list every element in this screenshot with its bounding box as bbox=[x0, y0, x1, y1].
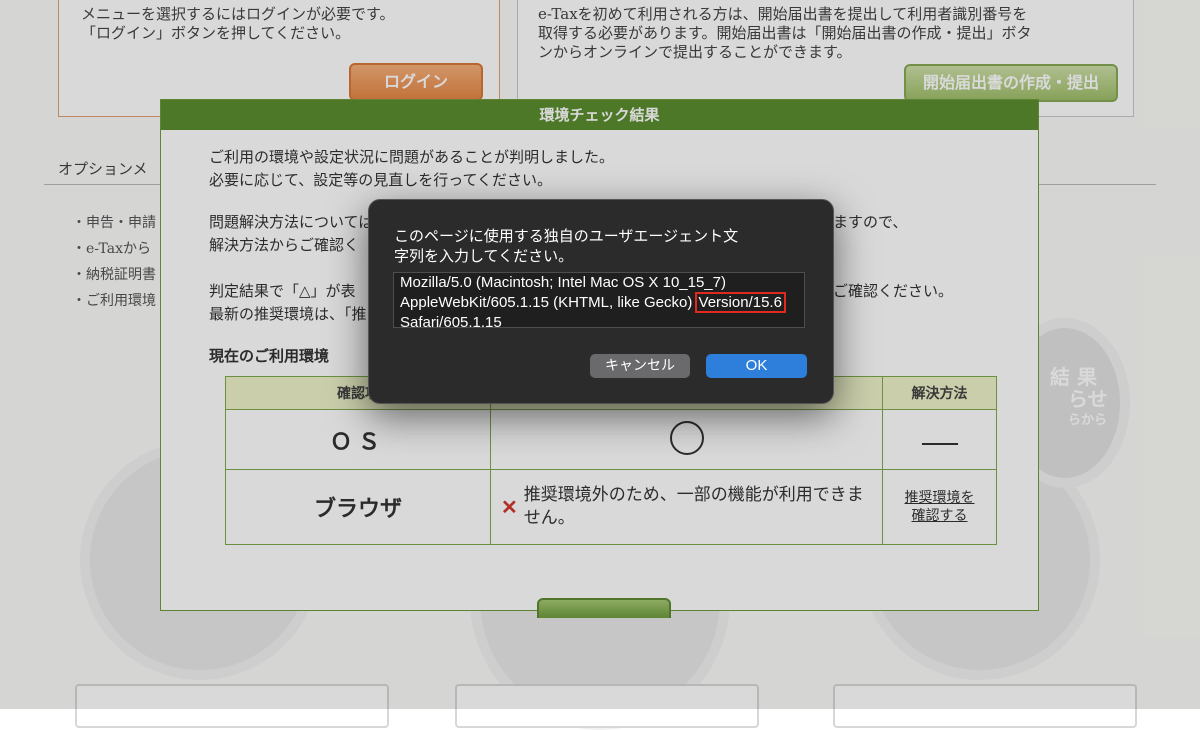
user-agent-dialog: このページに使用する独自のユーザエージェント文 字列を入力してください。 Moz… bbox=[368, 199, 834, 404]
ok-button[interactable]: OK bbox=[706, 354, 807, 378]
user-agent-input[interactable]: Mozilla/5.0 (Macintosh; Intel Mac OS X 1… bbox=[393, 272, 805, 331]
etax-page: メニューを選択するにはログインが必要です。 「ログイン」ボタンを押してください。… bbox=[0, 0, 1200, 730]
cancel-button[interactable]: キャンセル bbox=[590, 354, 690, 378]
version-highlight: Version/15.6 bbox=[694, 292, 786, 313]
dialog-message: このページに使用する独自のユーザエージェント文 字列を入力してください。 bbox=[394, 227, 739, 265]
